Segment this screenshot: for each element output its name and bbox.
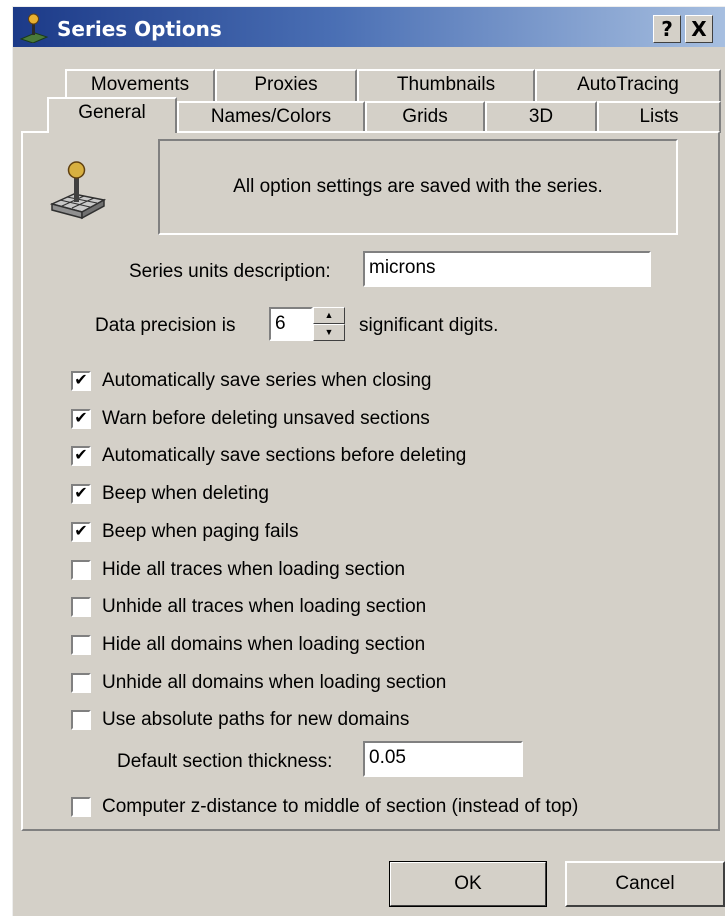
ok-button[interactable]: OK — [389, 861, 547, 907]
option-checkbox[interactable]: ✔ — [71, 522, 91, 542]
option-checkbox-label[interactable]: Warn before deleting unsaved sections — [102, 408, 430, 430]
tab-names-colors[interactable]: Names/Colors — [177, 101, 365, 133]
info-message: All option settings are saved with the s… — [233, 176, 603, 197]
thickness-label: Default section thickness: — [117, 751, 333, 772]
option-checkbox[interactable] — [71, 597, 91, 617]
option-checkbox-label[interactable]: Automatically save sections before delet… — [102, 445, 466, 467]
joystick-icon — [19, 13, 49, 43]
precision-suffix-label: significant digits. — [359, 315, 499, 336]
precision-input[interactable]: 6 — [269, 307, 313, 341]
option-checkbox[interactable]: ✔ — [71, 371, 91, 391]
option-checkbox[interactable] — [71, 560, 91, 580]
tab-proxies[interactable]: Proxies — [215, 69, 357, 101]
zdistance-checkbox-label[interactable]: Computer z-distance to middle of section… — [102, 796, 578, 818]
spin-down-arrow-icon[interactable]: ▼ — [313, 324, 345, 341]
tab-3d[interactable]: 3D — [485, 101, 597, 133]
option-checkbox-label[interactable]: Unhide all traces when loading section — [102, 596, 426, 618]
help-button[interactable]: ? — [653, 15, 681, 43]
option-checkbox-label[interactable]: Hide all traces when loading section — [102, 559, 405, 581]
option-checkbox[interactable]: ✔ — [71, 446, 91, 466]
option-checkbox-label[interactable]: Automatically save series when closing — [102, 370, 432, 392]
units-input[interactable]: microns — [363, 251, 651, 287]
series-options-dialog: Series Options ? X Movements Proxies Thu… — [12, 6, 725, 916]
units-label: Series units description: — [129, 261, 331, 282]
tab-lists[interactable]: Lists — [597, 101, 721, 133]
tab-autotracing[interactable]: AutoTracing — [535, 69, 721, 101]
spin-up-arrow-icon[interactable]: ▲ — [313, 307, 345, 324]
option-checkbox-label[interactable]: Unhide all domains when loading section — [102, 672, 446, 694]
option-checkbox[interactable]: ✔ — [71, 484, 91, 504]
title-bar[interactable]: Series Options ? X — [13, 7, 725, 47]
joystick-grid-icon — [50, 161, 106, 220]
option-checkbox[interactable] — [71, 710, 91, 730]
close-button[interactable]: X — [685, 15, 713, 43]
precision-spinner: ▲ ▼ — [313, 307, 345, 341]
option-checkbox[interactable] — [71, 673, 91, 693]
option-checkbox-label[interactable]: Beep when paging fails — [102, 521, 298, 543]
option-checkbox-label[interactable]: Beep when deleting — [102, 483, 269, 505]
option-checkbox[interactable]: ✔ — [71, 409, 91, 429]
tab-thumbnails[interactable]: Thumbnails — [357, 69, 535, 101]
cancel-button[interactable]: Cancel — [565, 861, 725, 907]
info-message-box: All option settings are saved with the s… — [158, 139, 678, 235]
option-checkbox[interactable] — [71, 635, 91, 655]
option-checkbox-label[interactable]: Hide all domains when loading section — [102, 634, 425, 656]
window-title: Series Options — [57, 17, 222, 41]
option-checkbox-label[interactable]: Use absolute paths for new domains — [102, 709, 409, 731]
precision-prefix-label: Data precision is — [95, 315, 236, 336]
tab-grids[interactable]: Grids — [365, 101, 485, 133]
thickness-input[interactable]: 0.05 — [363, 741, 523, 777]
zdistance-checkbox[interactable] — [71, 797, 91, 817]
tab-general[interactable]: General — [47, 97, 177, 133]
